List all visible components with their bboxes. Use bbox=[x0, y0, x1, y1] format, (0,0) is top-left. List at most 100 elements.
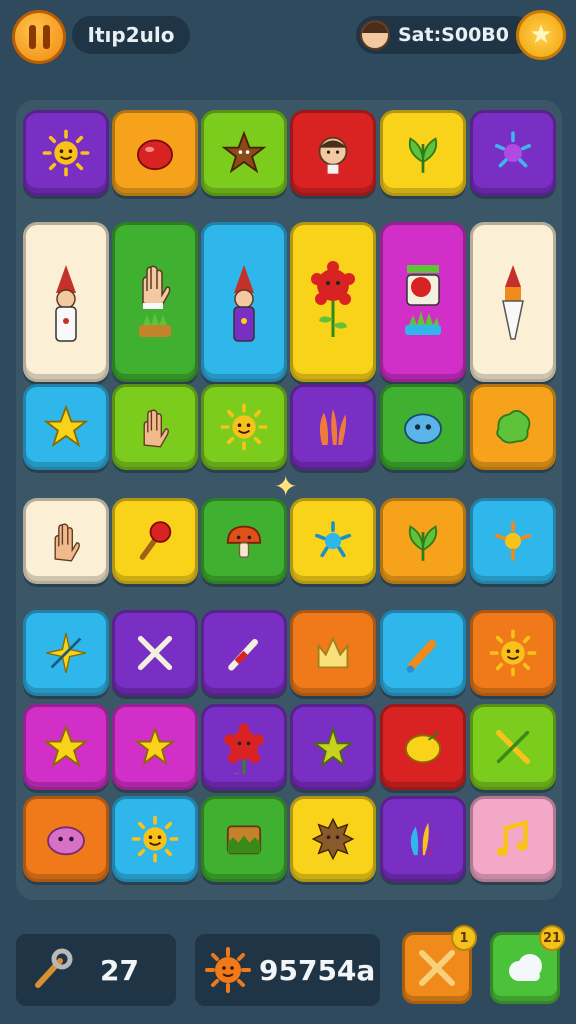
hand-plant-icon bbox=[139, 265, 171, 337]
cross-icon bbox=[137, 635, 173, 671]
moves-value: 27 bbox=[100, 953, 139, 987]
player-score-label: Sat:S00B0 bbox=[398, 24, 510, 46]
board-tile[interactable] bbox=[380, 498, 466, 584]
wrench-icon bbox=[35, 948, 73, 988]
red-flower-icon bbox=[224, 723, 264, 774]
cloud-icon bbox=[509, 954, 542, 981]
pause-icon bbox=[28, 25, 36, 49]
level-label: Itıp2ulo bbox=[72, 16, 190, 54]
board-tile[interactable] bbox=[380, 796, 466, 882]
blue-blob-icon bbox=[404, 413, 442, 445]
top-hud: Itıp2ulo Sat:S00B0 ★ bbox=[0, 0, 576, 80]
bottom-hud: 27 95754a 1 21 bbox=[0, 920, 576, 1024]
green-blob-icon bbox=[496, 409, 531, 444]
brown-star-icon bbox=[221, 130, 267, 174]
pause-button[interactable] bbox=[12, 10, 66, 64]
crown-icon bbox=[317, 636, 349, 669]
board-tile[interactable] bbox=[112, 498, 198, 584]
board-tile[interactable] bbox=[380, 110, 466, 196]
leaf-icon bbox=[408, 525, 438, 561]
crossed-sticks-icon bbox=[495, 729, 531, 765]
avatar bbox=[360, 20, 390, 50]
board-tile[interactable] bbox=[290, 610, 376, 696]
person-face-icon bbox=[318, 136, 348, 174]
board-tile[interactable] bbox=[201, 222, 287, 382]
sun-face-icon bbox=[489, 629, 537, 677]
board-tile[interactable] bbox=[23, 498, 109, 584]
board-tile[interactable] bbox=[201, 704, 287, 790]
gnome-icon bbox=[55, 265, 77, 342]
hammer-count-badge: 1 bbox=[451, 925, 477, 951]
cloud-count-badge: 21 bbox=[539, 925, 565, 951]
sun-score-icon bbox=[205, 947, 251, 993]
star-icon[interactable]: ★ bbox=[516, 10, 566, 60]
red-flower-icon bbox=[311, 261, 355, 337]
board-tile[interactable] bbox=[201, 384, 287, 470]
board-tile[interactable] bbox=[201, 498, 287, 584]
sun-face-icon bbox=[131, 815, 179, 863]
leaf-icon bbox=[408, 137, 438, 173]
board-tile[interactable] bbox=[112, 704, 198, 790]
red-blob-icon bbox=[137, 139, 173, 171]
crossed-hammer-icon bbox=[419, 950, 455, 986]
leaf-star-icon bbox=[312, 725, 354, 768]
feather-icon bbox=[410, 822, 440, 856]
brush-icon bbox=[502, 265, 524, 340]
board-tile[interactable] bbox=[112, 110, 198, 196]
board-tile[interactable] bbox=[290, 796, 376, 882]
board-tile[interactable] bbox=[23, 704, 109, 790]
board-tile[interactable] bbox=[290, 704, 376, 790]
orange-leaf-icon bbox=[319, 409, 347, 445]
board-tile[interactable] bbox=[290, 384, 376, 470]
torch-icon bbox=[139, 521, 172, 560]
lemon-icon bbox=[405, 730, 441, 764]
board-tile[interactable] bbox=[470, 704, 556, 790]
board-tile[interactable] bbox=[470, 384, 556, 470]
mushroom-icon bbox=[226, 525, 262, 558]
board-tile[interactable] bbox=[470, 498, 556, 584]
grass-card-icon bbox=[226, 825, 262, 855]
board-tile[interactable] bbox=[201, 610, 287, 696]
board-tile[interactable] bbox=[112, 796, 198, 882]
pink-blob-icon bbox=[47, 826, 85, 856]
cloud-powerup-button[interactable]: 21 bbox=[490, 925, 565, 1004]
card-plant-icon bbox=[405, 265, 441, 335]
board-tile[interactable] bbox=[112, 610, 198, 696]
board-tile[interactable] bbox=[201, 110, 287, 196]
pen-icon bbox=[228, 639, 258, 671]
blue-splat-icon bbox=[315, 521, 351, 558]
board-tile[interactable] bbox=[290, 222, 376, 382]
sun-face-icon bbox=[42, 129, 90, 177]
score-counter: 95754a bbox=[195, 934, 380, 1006]
board-tile[interactable] bbox=[201, 796, 287, 882]
board-tile[interactable] bbox=[470, 796, 556, 882]
board-tile[interactable] bbox=[112, 384, 198, 470]
board-tile[interactable] bbox=[23, 222, 109, 382]
board-tile[interactable] bbox=[380, 384, 466, 470]
yellow-splat-icon bbox=[495, 521, 531, 561]
brown-sun-icon bbox=[311, 817, 355, 861]
board-tile[interactable] bbox=[470, 610, 556, 696]
board-tile[interactable] bbox=[380, 610, 466, 696]
board-tile[interactable] bbox=[23, 110, 109, 196]
board-tile[interactable] bbox=[290, 498, 376, 584]
board-tile[interactable] bbox=[23, 796, 109, 882]
music-note-icon bbox=[496, 819, 528, 857]
bottle-icon bbox=[406, 639, 437, 673]
board-tile[interactable] bbox=[380, 222, 466, 382]
board-tile[interactable] bbox=[290, 110, 376, 196]
star-icon bbox=[43, 724, 89, 768]
board-tile[interactable] bbox=[380, 704, 466, 790]
moves-counter: 27 bbox=[16, 934, 176, 1006]
hand-icon bbox=[54, 523, 80, 562]
hammer-powerup-button[interactable]: 1 bbox=[402, 925, 477, 1004]
sparkle-icon: ✦ bbox=[274, 470, 298, 503]
board-tile[interactable] bbox=[23, 610, 109, 696]
sparkle-icon bbox=[46, 633, 86, 673]
board-tile[interactable] bbox=[112, 222, 198, 382]
star-icon bbox=[43, 404, 89, 448]
hand-icon bbox=[143, 409, 169, 448]
board-tile[interactable] bbox=[470, 110, 556, 196]
board-tile[interactable] bbox=[23, 384, 109, 470]
board-tile[interactable] bbox=[470, 222, 556, 382]
